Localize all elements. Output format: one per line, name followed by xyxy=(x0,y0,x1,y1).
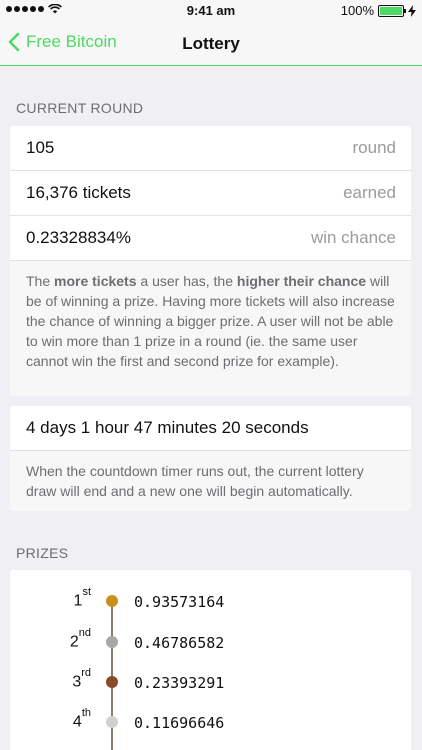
prizes-card: 1st 0.93573164 2nd 0.46786582 3rd 0.2339… xyxy=(10,570,411,750)
navigation-bar: Free Bitcoin Lottery xyxy=(0,22,422,66)
prize-rank: 3rd xyxy=(72,667,91,691)
prize-item: 4th 0.11696646 xyxy=(10,705,411,735)
prize-dot-icon xyxy=(106,636,118,648)
prize-rank: 1st xyxy=(73,586,91,610)
round-row: 105 round xyxy=(10,126,411,171)
prize-rank: 2nd xyxy=(69,627,91,651)
prize-rank: 4th xyxy=(72,707,91,731)
prize-amount: 0.46786582 xyxy=(134,634,225,652)
current-round-card: 105 round 16,376 tickets earned 0.233288… xyxy=(10,126,411,396)
countdown-row: 4 days 1 hour 47 minutes 20 seconds xyxy=(10,406,411,451)
countdown-timer: 4 days 1 hour 47 minutes 20 seconds xyxy=(26,418,309,437)
battery-percent: 100% xyxy=(340,3,374,18)
win-chance-label: win chance xyxy=(310,228,396,247)
countdown-description: When the countdown timer runs out, the c… xyxy=(10,451,411,511)
prize-amount: 0.11696646 xyxy=(134,714,225,732)
prizes-header: PRIZES xyxy=(16,545,69,561)
prize-dot-icon xyxy=(106,595,118,607)
prize-amount: 0.23393291 xyxy=(134,674,225,692)
prize-dot-icon xyxy=(106,716,118,728)
page-title: Lottery xyxy=(182,34,240,53)
battery-icon xyxy=(378,4,406,17)
round-description: The more tickets a user has, the higher … xyxy=(10,261,411,396)
tickets-label: earned xyxy=(343,183,396,202)
current-round-header: CURRENT ROUND xyxy=(16,100,144,116)
win-chance-row: 0.23328834% win chance xyxy=(10,216,411,261)
tickets-row: 16,376 tickets earned xyxy=(10,171,411,216)
prize-amount: 0.93573164 xyxy=(134,593,225,611)
win-chance-value: 0.23328834% xyxy=(26,228,131,247)
status-bar: 9:41 am 100% xyxy=(0,0,422,22)
prize-item: 3rd 0.23393291 xyxy=(10,665,411,695)
prize-item: 2nd 0.46786582 xyxy=(10,625,411,655)
prize-item: 1st 0.93573164 xyxy=(10,584,411,614)
prize-dot-icon xyxy=(106,676,118,688)
round-label: round xyxy=(352,138,396,157)
charging-icon xyxy=(408,4,416,17)
tickets-value: 16,376 tickets xyxy=(26,183,131,202)
countdown-card: 4 days 1 hour 47 minutes 20 seconds When… xyxy=(10,406,411,511)
round-value: 105 xyxy=(26,138,55,157)
